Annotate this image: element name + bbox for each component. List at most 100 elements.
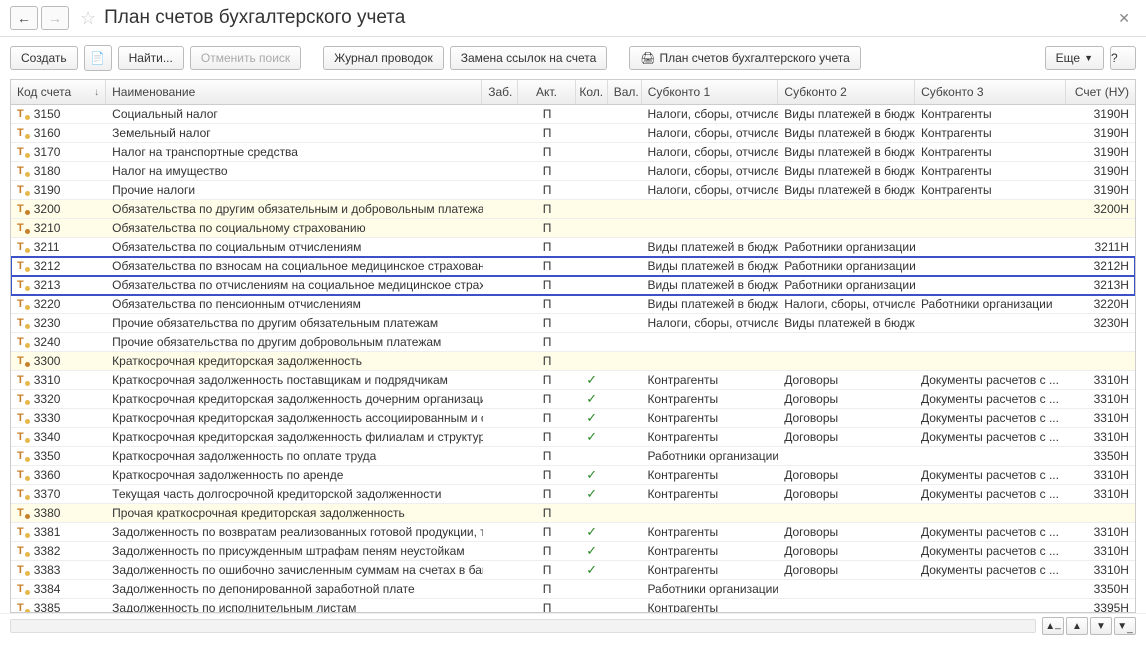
scroll-top-button[interactable]: ▲_ xyxy=(1042,617,1064,635)
col-akt[interactable]: Акт. xyxy=(518,80,576,104)
favorite-star-icon[interactable]: ☆ xyxy=(80,8,96,29)
table-row[interactable]: T3350Краткосрочная задолженность по опла… xyxy=(11,447,1135,466)
cell-akt: П xyxy=(518,297,576,311)
table-row[interactable]: T3160Земельный налогПНалоги, сборы, отчи… xyxy=(11,124,1135,143)
col-sub3[interactable]: Субконто 3 xyxy=(915,80,1066,104)
account-icon: T xyxy=(17,545,30,557)
cell-sub3: Контрагенты xyxy=(915,183,1066,197)
cell-sub1: Налоги, сборы, отчисле... xyxy=(641,183,778,197)
cell-sub1: Работники организации xyxy=(641,582,778,596)
table-row[interactable]: T3360Краткосрочная задолженность по арен… xyxy=(11,466,1135,485)
table-row[interactable]: T3340Краткосрочная кредиторская задолжен… xyxy=(11,428,1135,447)
table-row[interactable]: T3180Налог на имуществоПНалоги, сборы, о… xyxy=(11,162,1135,181)
table-row[interactable]: T3320Краткосрочная кредиторская задолжен… xyxy=(11,390,1135,409)
table-row[interactable]: T3385Задолженность по исполнительным лис… xyxy=(11,599,1135,612)
cell-akt: П xyxy=(518,278,576,292)
page-title: План счетов бухгалтерского учета xyxy=(104,7,405,29)
grid-header: Код счета↓ Наименование Заб. Акт. Кол. В… xyxy=(11,80,1135,105)
scroll-down-button[interactable]: ▼ xyxy=(1090,617,1112,635)
table-row[interactable]: T3200Обязательства по другим обязательны… xyxy=(11,200,1135,219)
cell-code: T3360 xyxy=(11,468,106,482)
table-row[interactable]: T3213Обязательства по отчислениям на соц… xyxy=(11,276,1135,295)
cell-sub2: Работники организации xyxy=(778,278,915,292)
cell-name: Налог на имущество xyxy=(106,164,482,178)
cell-akt: П xyxy=(518,240,576,254)
col-kol[interactable]: Кол. xyxy=(576,80,608,104)
cell-akt: П xyxy=(518,525,576,539)
cell-sub1: Виды платежей в бюдж... xyxy=(641,240,778,254)
account-icon: T xyxy=(17,165,30,177)
cell-akt: П xyxy=(518,449,576,463)
scroll-up-button[interactable]: ▲ xyxy=(1066,617,1088,635)
close-icon[interactable]: ✕ xyxy=(1112,10,1136,27)
account-icon: T xyxy=(17,583,30,595)
copy-button[interactable] xyxy=(84,45,112,71)
nav-back-button[interactable]: ← xyxy=(10,6,38,30)
table-row[interactable]: T3382Задолженность по присужденным штраф… xyxy=(11,542,1135,561)
cell-sub3: Контрагенты xyxy=(915,107,1066,121)
help-button[interactable]: ? xyxy=(1110,46,1136,70)
cell-sub3: Документы расчетов с ... xyxy=(915,525,1066,539)
table-row[interactable]: T3230Прочие обязательства по другим обяз… xyxy=(11,314,1135,333)
journal-button[interactable]: Журнал проводок xyxy=(323,46,444,70)
cell-akt: П xyxy=(518,202,576,216)
cell-name: Обязательства по пенсионным отчислениям xyxy=(106,297,482,311)
table-row[interactable]: T3211Обязательства по социальным отчисле… xyxy=(11,238,1135,257)
table-row[interactable]: T3190Прочие налогиПНалоги, сборы, отчисл… xyxy=(11,181,1135,200)
cell-sub1: Контрагенты xyxy=(641,373,778,387)
col-name[interactable]: Наименование xyxy=(106,80,482,104)
cell-sub1: Контрагенты xyxy=(641,430,778,444)
table-row[interactable]: T3310Краткосрочная задолженность поставщ… xyxy=(11,371,1135,390)
cell-nu: 3213Н xyxy=(1066,278,1135,292)
col-code[interactable]: Код счета↓ xyxy=(11,80,106,104)
scroll-bottom-button[interactable]: ▼_ xyxy=(1114,617,1136,635)
account-icon: T xyxy=(17,469,30,481)
horizontal-scrollbar[interactable] xyxy=(10,619,1036,633)
cell-nu: 3350Н xyxy=(1066,449,1135,463)
grid-body[interactable]: T3150Социальный налогПНалоги, сборы, отч… xyxy=(11,105,1135,612)
print-plan-button[interactable]: План счетов бухгалтерского учета xyxy=(629,46,860,70)
cell-name: Краткосрочная задолженность по оплате тр… xyxy=(106,449,482,463)
cell-code: T3200 xyxy=(11,202,106,216)
cell-code: T3340 xyxy=(11,430,106,444)
table-row[interactable]: T3384Задолженность по депонированной зар… xyxy=(11,580,1135,599)
find-button[interactable]: Найти... xyxy=(118,46,184,70)
table-row[interactable]: T3150Социальный налогПНалоги, сборы, отч… xyxy=(11,105,1135,124)
table-row[interactable]: T3212Обязательства по взносам на социаль… xyxy=(11,257,1135,276)
table-row[interactable]: T3330Краткосрочная кредиторская задолжен… xyxy=(11,409,1135,428)
table-row[interactable]: T3300Краткосрочная кредиторская задолжен… xyxy=(11,352,1135,371)
replace-links-button[interactable]: Замена ссылок на счета xyxy=(450,46,608,70)
cell-nu: 3310Н xyxy=(1066,430,1135,444)
table-row[interactable]: T3210Обязательства по социальному страхо… xyxy=(11,219,1135,238)
cell-nu: 3310Н xyxy=(1066,487,1135,501)
cancel-search-button[interactable]: Отменить поиск xyxy=(190,46,301,70)
cell-nu: 3230Н xyxy=(1066,316,1135,330)
create-button[interactable]: Создать xyxy=(10,46,78,70)
cell-sub3: Контрагенты xyxy=(915,126,1066,140)
table-row[interactable]: T3380Прочая краткосрочная кредиторская з… xyxy=(11,504,1135,523)
cell-kol: ✓ xyxy=(576,429,608,445)
col-nu[interactable]: Счет (НУ) xyxy=(1066,80,1135,104)
col-zab[interactable]: Заб. xyxy=(482,80,518,104)
cell-code: T3382 xyxy=(11,544,106,558)
cell-nu: 3395Н xyxy=(1066,601,1135,612)
cell-sub2: Договоры xyxy=(778,544,915,558)
account-icon: T xyxy=(17,488,30,500)
nav-forward-button[interactable]: → xyxy=(41,6,69,30)
cell-name: Земельный налог xyxy=(106,126,482,140)
col-sub1[interactable]: Субконто 1 xyxy=(642,80,779,104)
cell-akt: П xyxy=(518,563,576,577)
table-row[interactable]: T3170Налог на транспортные средстваПНало… xyxy=(11,143,1135,162)
cell-sub1: Контрагенты xyxy=(641,468,778,482)
table-row[interactable]: T3381Задолженность по возвратам реализов… xyxy=(11,523,1135,542)
table-row[interactable]: T3220Обязательства по пенсионным отчисле… xyxy=(11,295,1135,314)
cell-kol: ✓ xyxy=(576,524,608,540)
table-row[interactable]: T3383Задолженность по ошибочно зачисленн… xyxy=(11,561,1135,580)
col-val[interactable]: Вал. xyxy=(608,80,642,104)
more-button[interactable]: Еще▼ xyxy=(1045,46,1104,70)
cell-sub1: Налоги, сборы, отчисле... xyxy=(641,145,778,159)
table-row[interactable]: T3240Прочие обязательства по другим добр… xyxy=(11,333,1135,352)
col-sub2[interactable]: Субконто 2 xyxy=(778,80,915,104)
cell-nu: 3310Н xyxy=(1066,563,1135,577)
table-row[interactable]: T3370Текущая часть долгосрочной кредитор… xyxy=(11,485,1135,504)
